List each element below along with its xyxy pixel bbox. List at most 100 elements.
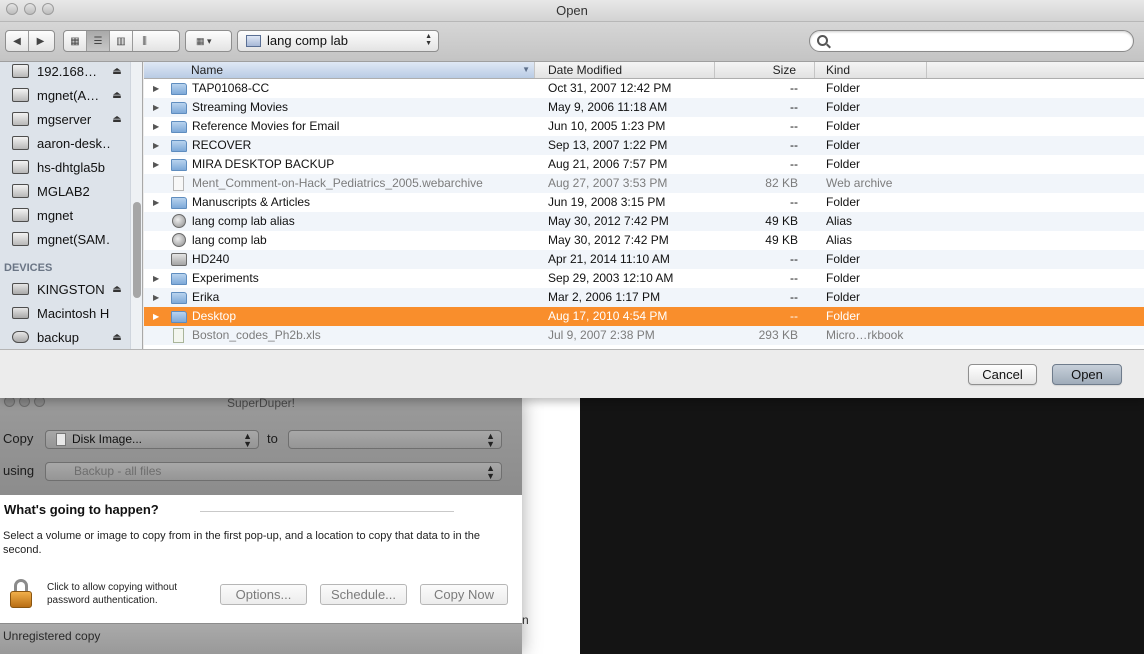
lock-description: Click to allow copying without password …	[47, 582, 178, 606]
sidebar: 192.168… ⏏ mgnet(A… ⏏ mgserver ⏏ aaron-desk… hs…	[0, 62, 143, 349]
disclosure-triangle-icon[interactable]: ▶	[153, 288, 163, 307]
disclosure-triangle-icon[interactable]: ▶	[153, 193, 163, 212]
folder-icon	[171, 292, 187, 304]
using-label: using	[3, 463, 35, 478]
sidebar-scrollbar[interactable]	[130, 62, 142, 349]
copy-source-popup[interactable]: Disk Image... ▲ ▼	[45, 430, 259, 449]
sidebar-item[interactable]: mgserver ⏏	[0, 107, 130, 131]
column-name[interactable]: Name ▼	[144, 62, 535, 78]
file-size: --	[790, 271, 798, 285]
folder-icon	[171, 159, 187, 171]
file-name: MIRA DESKTOP BACKUP	[192, 157, 335, 171]
sidebar-item[interactable]: KINGSTON ⏏	[0, 277, 130, 301]
copy-now-button[interactable]: Copy Now	[420, 584, 508, 605]
sidebar-item[interactable]: aaron-desk…	[0, 131, 130, 155]
file-list: Name ▼ Date Modified Size Kind ▶ TAP01068…	[144, 62, 1144, 349]
sidebar-item[interactable]: hs-dhtgla5b	[0, 155, 130, 179]
file-row[interactable]: HD240 Apr 21, 2014 11:10 AM -- Folder	[144, 250, 1144, 269]
file-row[interactable]: ▶ MIRA DESKTOP BACKUP Aug 21, 2006 7:57 PM…	[144, 155, 1144, 174]
network-computer-icon	[12, 64, 29, 78]
cancel-button[interactable]: Cancel	[968, 364, 1037, 385]
file-row[interactable]: ▶ Erika Mar 2, 2006 1:17 PM -- Folder	[144, 288, 1144, 307]
file-row[interactable]: ▶ RECOVER Sep 13, 2007 1:22 PM -- Folder	[144, 136, 1144, 155]
disclosure-triangle-icon[interactable]: ▶	[153, 98, 163, 117]
file-kind: Folder	[826, 271, 861, 285]
search-input[interactable]	[834, 33, 1124, 49]
eject-icon[interactable]: ⏏	[110, 284, 124, 295]
file-date: Jul 9, 2007 2:38 PM	[548, 328, 655, 342]
column-date-modified[interactable]: Date Modified	[535, 62, 715, 78]
file-row[interactable]: ▶ TAP01068-CC Oct 31, 2007 12:42 PM -- Folde…	[144, 79, 1144, 98]
column-header: Name ▼ Date Modified Size Kind	[144, 62, 1144, 79]
sidebar-item[interactable]: mgnet(SAM…	[0, 227, 130, 251]
icon-view-icon[interactable]: ▦	[64, 31, 87, 51]
sidebar-item[interactable]: mgnet(A… ⏏	[0, 83, 130, 107]
file-row[interactable]: ▶ Manuscripts & Articles Jun 19, 2008 3:15…	[144, 193, 1144, 212]
file-row[interactable]: ▶ Experiments Sep 29, 2003 12:10 AM -- Folde…	[144, 269, 1144, 288]
lock-icon[interactable]	[10, 579, 32, 609]
using-script-popup[interactable]: Backup - all files ▲ ▼	[45, 462, 502, 481]
cover-flow-icon[interactable]: ⫼	[133, 31, 156, 51]
webarchive-icon	[173, 176, 184, 191]
eject-icon[interactable]: ⏏	[110, 332, 124, 343]
background-text-fragment: n	[522, 613, 529, 627]
sidebar-item[interactable]: 192.168… ⏏	[0, 62, 130, 83]
file-row[interactable]: Ment_Comment-on-Hack_Pediatrics_2005.web…	[144, 174, 1144, 193]
network-computer-icon	[12, 112, 29, 126]
sidebar-item[interactable]: mgnet	[0, 203, 130, 227]
to-label: to	[267, 431, 278, 446]
disclosure-triangle-icon[interactable]: ▶	[153, 136, 163, 155]
file-row[interactable]: lang comp lab alias May 30, 2012 7:42 PM 4…	[144, 212, 1144, 231]
file-date: May 30, 2012 7:42 PM	[548, 214, 669, 228]
sidebar-scroll-thumb[interactable]	[133, 202, 141, 298]
search-icon	[817, 35, 828, 46]
forward-icon[interactable]: ▶	[29, 31, 52, 51]
arrange-button[interactable]: ▦ ▾	[185, 30, 232, 52]
section-heading: What's going to happen?	[4, 502, 159, 517]
file-date: Mar 2, 2006 1:17 PM	[548, 290, 661, 304]
window-title: Open	[556, 3, 588, 18]
sidebar-item[interactable]: MGLAB2	[0, 179, 130, 203]
copy-destination-popup[interactable]: ▲ ▼	[288, 430, 502, 449]
network-computer-icon	[12, 136, 29, 150]
options-button[interactable]: Options...	[220, 584, 307, 605]
folder-icon	[171, 121, 187, 133]
file-row[interactable]: Boston_codes_Ph2b.xls Jul 9, 2007 2:38 PM…	[144, 326, 1144, 345]
sidebar-item[interactable]: Macintosh HD	[0, 301, 130, 325]
column-size[interactable]: Size	[715, 62, 815, 78]
disclosure-triangle-icon[interactable]: ▶	[153, 117, 163, 136]
file-size: --	[790, 309, 798, 323]
network-computer-icon	[12, 208, 29, 222]
eject-icon[interactable]: ⏏	[110, 66, 124, 77]
file-kind: Folder	[826, 290, 861, 304]
eject-icon[interactable]: ⏏	[110, 114, 124, 125]
open-button[interactable]: Open	[1052, 364, 1122, 385]
list-view-icon[interactable]: ☰	[87, 31, 110, 51]
column-view-icon[interactable]: ▥	[110, 31, 133, 51]
file-date: Sep 13, 2007 1:22 PM	[548, 138, 668, 152]
copy-label: Copy	[3, 431, 34, 446]
alias-icon	[172, 233, 186, 247]
disclosure-triangle-icon[interactable]: ▶	[153, 269, 163, 288]
disclosure-triangle-icon[interactable]: ▶	[153, 307, 163, 326]
column-kind[interactable]: Kind	[815, 62, 927, 78]
file-row[interactable]: lang comp lab May 30, 2012 7:42 PM 49 KB Al…	[144, 231, 1144, 250]
file-size: --	[790, 195, 798, 209]
file-row[interactable]: ▶ Streaming Movies May 9, 2006 11:18 AM -- F…	[144, 98, 1144, 117]
location-popup[interactable]: lang comp lab ▲ ▼	[237, 30, 439, 52]
folder-icon	[171, 273, 187, 285]
sidebar-section-devices: DEVICES	[4, 262, 53, 274]
file-name: Streaming Movies	[192, 100, 289, 114]
disclosure-triangle-icon[interactable]: ▶	[153, 79, 163, 98]
sidebar-item[interactable]: backup ⏏	[0, 325, 130, 349]
disclosure-triangle-icon[interactable]: ▶	[153, 155, 163, 174]
file-size: 49 KB	[765, 233, 798, 247]
file-row[interactable]: ▶ Reference Movies for Email Jun 10, 2005 …	[144, 117, 1144, 136]
sidebar-item-label: mgnet(A…	[37, 87, 100, 103]
search-field[interactable]	[809, 30, 1134, 52]
file-kind: Alias	[826, 233, 853, 247]
file-row[interactable]: ▶ Desktop Aug 17, 2010 4:54 PM -- Folder	[144, 307, 1144, 326]
schedule-button[interactable]: Schedule...	[320, 584, 407, 605]
back-icon[interactable]: ◀	[6, 31, 29, 51]
eject-icon[interactable]: ⏏	[110, 90, 124, 101]
